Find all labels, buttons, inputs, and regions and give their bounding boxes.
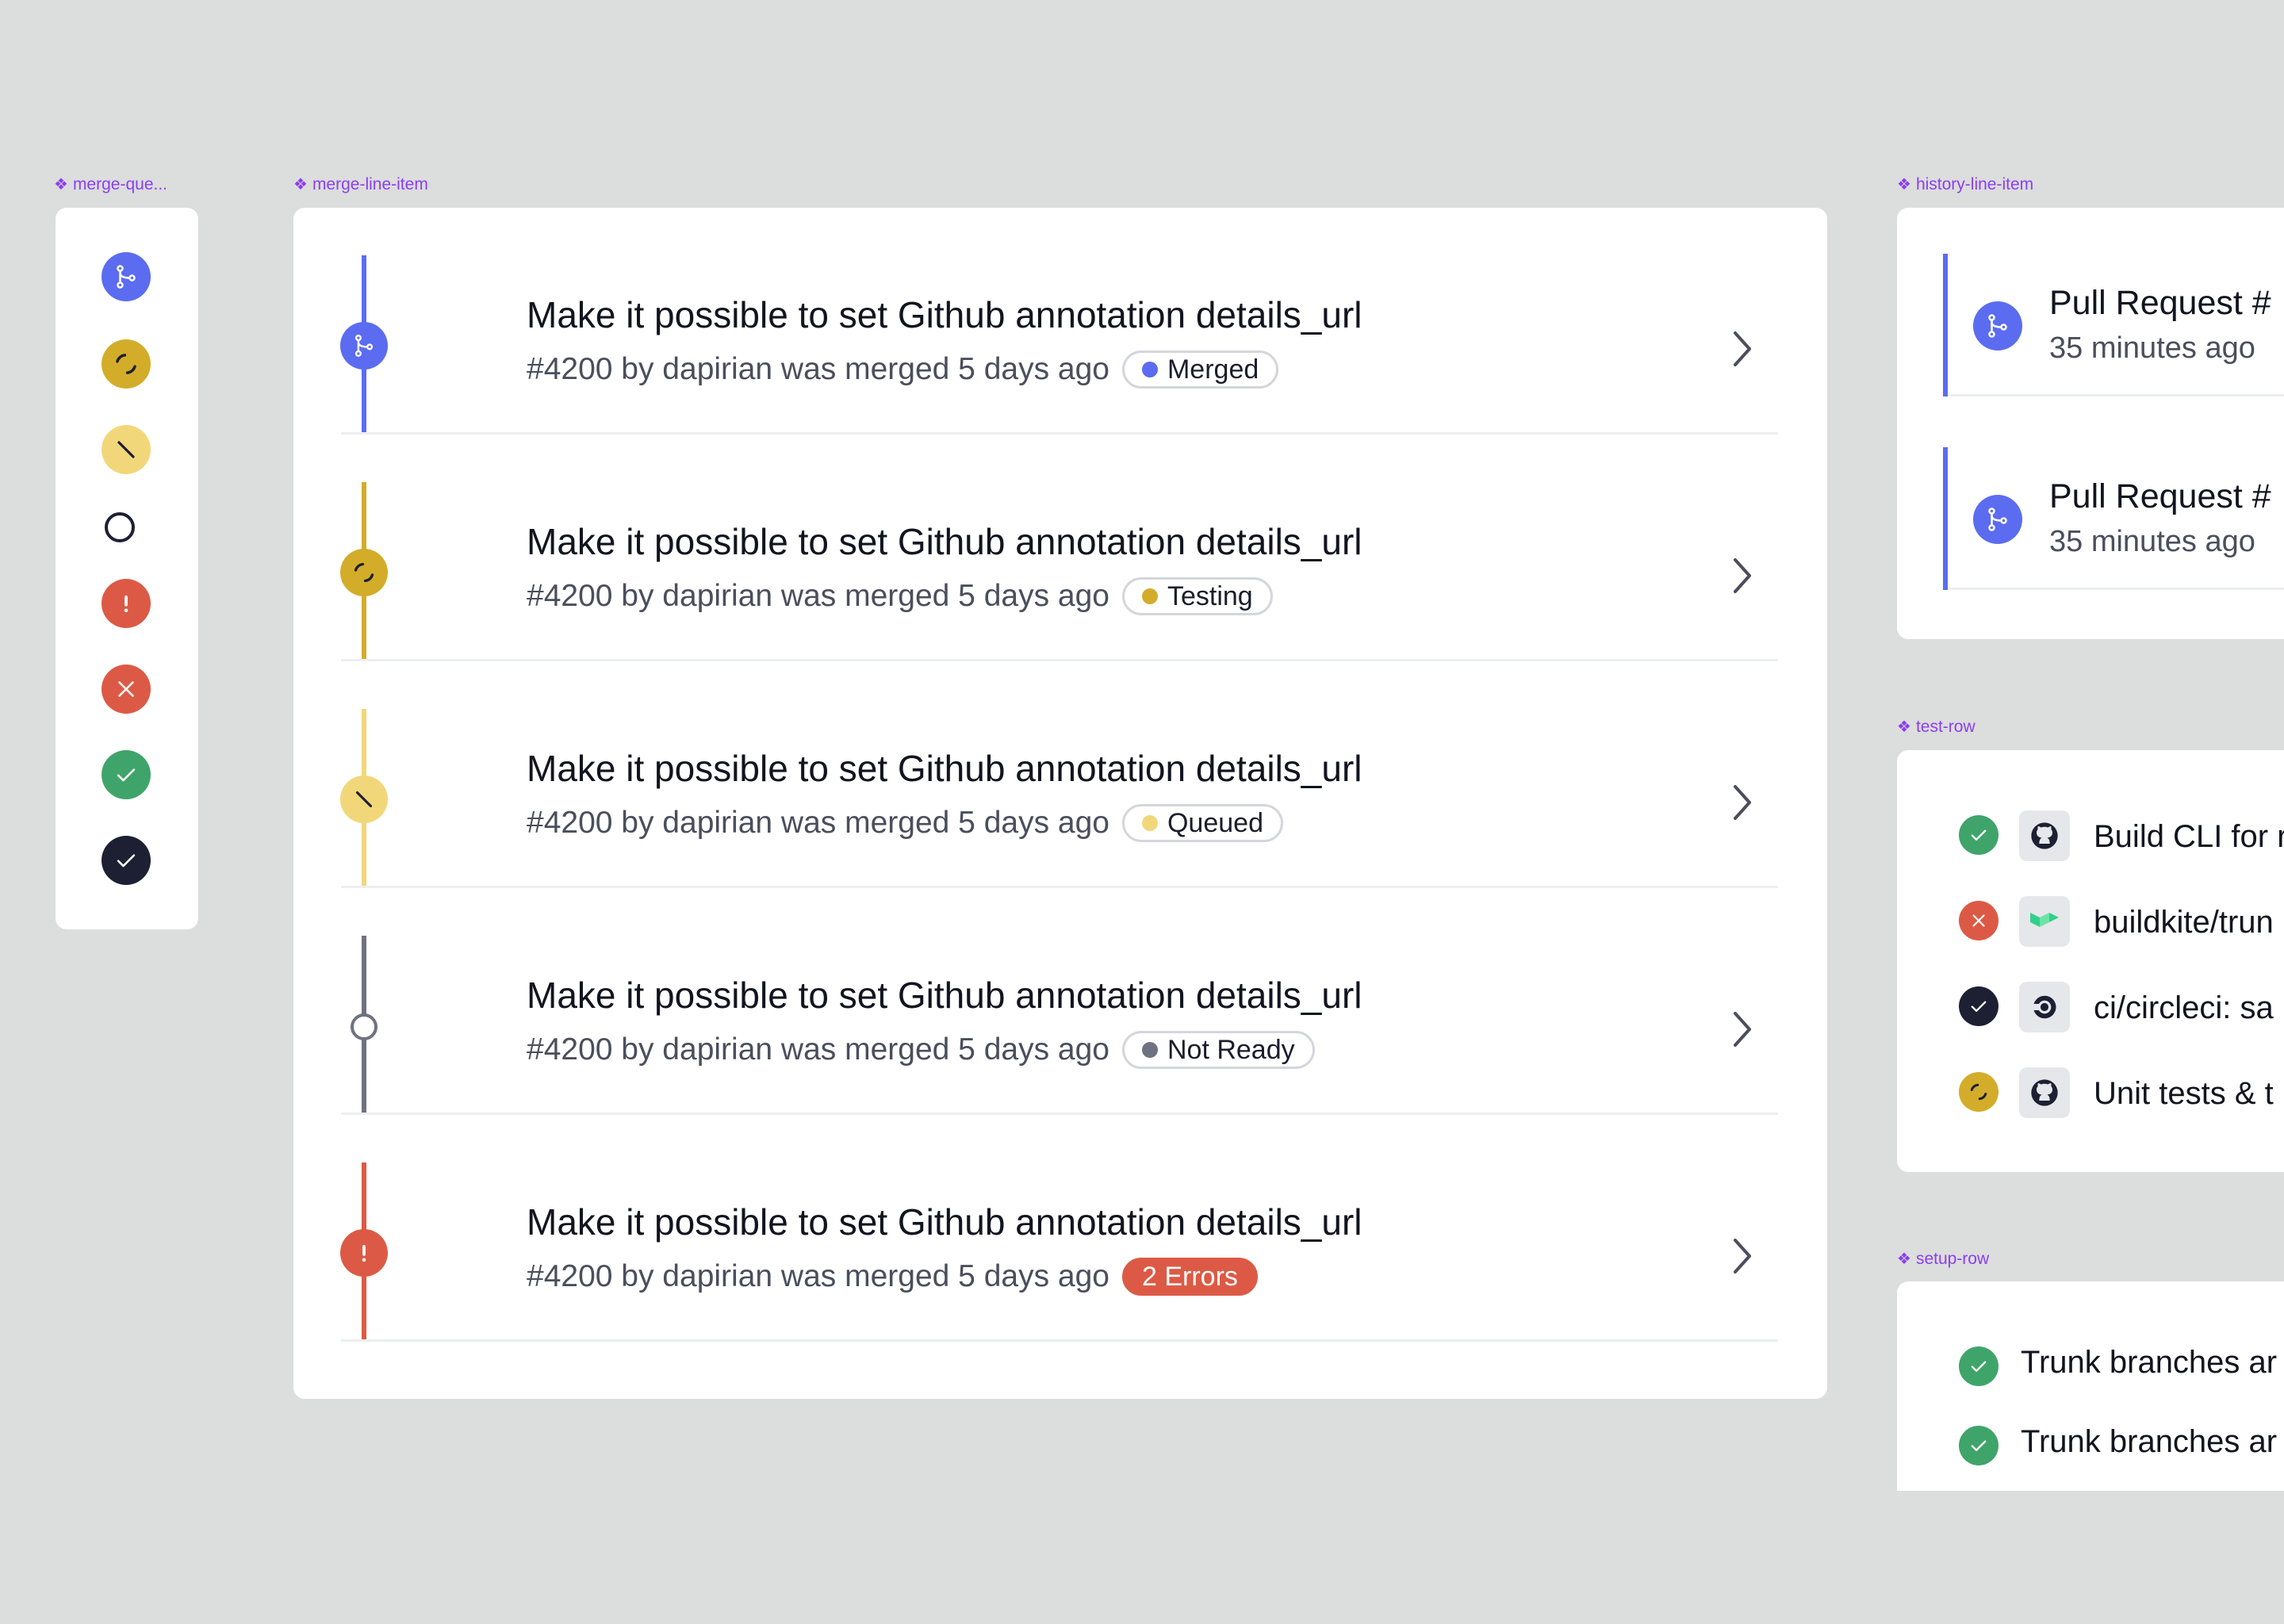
merge-item-meta: #4200 by dapirian was merged 5 days ago … [527,1258,1258,1296]
frame-label-setup-row: ❖ setup-row [1897,1249,1990,1269]
test-row[interactable]: Unit tests & t [1959,1066,2284,1121]
history-line-item[interactable]: Pull Request # 35 minutes ago [1943,254,2284,396]
chevron-right-icon[interactable] [1730,330,1753,368]
merge-icon [1973,301,2022,350]
test-row-label: Unit tests & t [2094,1076,2274,1111]
divider [1948,394,2284,396]
frame-label-test-row: ❖ test-row [1897,717,1976,737]
chevron-right-icon[interactable] [1730,1010,1753,1048]
chevron-right-icon[interactable] [1730,783,1753,822]
setup-row-card: Trunk branches ar Trunk branches ar [1897,1281,2284,1491]
chevron-right-icon[interactable] [1730,557,1753,595]
test-row[interactable]: buildkite/trun [1959,894,2284,950]
status-badge: Testing [1121,577,1273,615]
merge-item-title: Make it possible to set Github annotatio… [527,521,1362,562]
status-dot [1141,362,1158,377]
test-row-card: Build CLI for r buildkite/trun ci/circle… [1897,750,2284,1172]
setup-row[interactable]: Trunk branches ar [1959,1419,2284,1467]
setup-row-label: Trunk branches ar [2021,1345,2278,1380]
status-dot [1141,815,1158,831]
merge-line-item-queued[interactable]: Make it possible to set Github annotatio… [293,661,1826,888]
buildkite-icon [2019,896,2070,947]
merge-icon [340,322,388,370]
queued-icon [102,425,151,474]
divider [341,1339,1778,1342]
dark-check-icon [1959,986,1998,1026]
setup-row-label: Trunk branches ar [2021,1424,2278,1459]
circleci-icon [2019,982,2070,1032]
merge-line-item-card: Make it possible to set Github annotatio… [293,208,1827,1399]
merge-item-meta: #4200 by dapirian was merged 5 days ago … [527,350,1279,389]
test-row[interactable]: Build CLI for r [1959,809,2284,864]
history-time: 35 minutes ago [2049,331,2255,365]
merge-item-meta: #4200 by dapirian was merged 5 days ago … [527,804,1283,842]
frame-label-merge-line-item: ❖ merge-line-item [293,174,428,194]
merge-icon [102,252,151,301]
error-count-badge[interactable]: 2 Errors [1121,1258,1258,1296]
error-icon [340,1229,388,1277]
frame-label-history-line-item: ❖ history-line-item [1897,174,2034,194]
component-icon: ❖ [54,176,68,193]
success-icon [1959,1426,1998,1465]
not-ready-icon [351,1013,377,1040]
status-dot [1141,588,1158,604]
failed-icon [1959,901,1998,940]
testing-icon [102,339,151,389]
success-icon [102,750,151,799]
status-dot [1141,1042,1158,1058]
merge-line-item-not-ready[interactable]: Make it possible to set Github annotatio… [293,888,1826,1115]
history-line-item-card: Pull Request # 35 minutes ago Pull Reque… [1897,208,2284,639]
status-badge: Not Ready [1121,1031,1315,1069]
failed-icon [102,665,151,714]
error-icon [102,579,151,628]
timeline-bar [1943,447,1948,590]
status-badge: Queued [1121,804,1283,842]
dark-check-icon [102,836,151,885]
component-icon: ❖ [1897,176,1911,193]
history-title: Pull Request # [2049,284,2271,322]
component-icon: ❖ [1897,1251,1911,1268]
merge-item-title: Make it possible to set Github annotatio… [527,748,1362,789]
test-row-label: ci/circleci: sa [2094,990,2274,1025]
test-row[interactable]: ci/circleci: sa [1959,980,2284,1036]
merge-item-title: Make it possible to set Github annotatio… [527,1201,1362,1243]
queued-icon [340,776,388,823]
github-icon [2019,1067,2070,1118]
success-icon [1959,1346,1998,1386]
merge-line-item-merged[interactable]: Make it possible to set Github annotatio… [293,208,1826,435]
merge-icon [1973,495,2022,544]
testing-icon [1959,1072,1998,1112]
merge-queue-icons-card [56,208,198,929]
success-icon [1959,815,1998,855]
test-row-label: buildkite/trun [2094,905,2274,940]
merge-line-item-errors[interactable]: Make it possible to set Github annotatio… [293,1115,1826,1342]
divider [1948,588,2284,590]
merge-line-item-testing[interactable]: Make it possible to set Github annotatio… [293,435,1826,661]
not-ready-icon [105,512,135,542]
status-badge: Merged [1121,350,1279,389]
testing-icon [340,549,388,596]
test-row-label: Build CLI for r [2094,819,2284,854]
merge-item-meta: #4200 by dapirian was merged 5 days ago … [527,577,1273,615]
setup-row[interactable]: Trunk branches ar [1959,1340,2284,1388]
merge-item-title: Make it possible to set Github annotatio… [527,975,1362,1016]
timeline-bar [1943,254,1948,396]
history-time: 35 minutes ago [2049,525,2255,558]
merge-item-title: Make it possible to set Github annotatio… [527,294,1362,335]
component-icon: ❖ [293,176,308,193]
merge-item-meta: #4200 by dapirian was merged 5 days ago … [527,1031,1315,1069]
history-title: Pull Request # [2049,477,2271,515]
chevron-right-icon[interactable] [1730,1237,1753,1275]
history-line-item[interactable]: Pull Request # 35 minutes ago [1943,447,2284,590]
github-icon [2019,810,2070,861]
component-icon: ❖ [1897,718,1911,736]
frame-label-merge-queue: ❖ merge-que... [54,174,167,194]
